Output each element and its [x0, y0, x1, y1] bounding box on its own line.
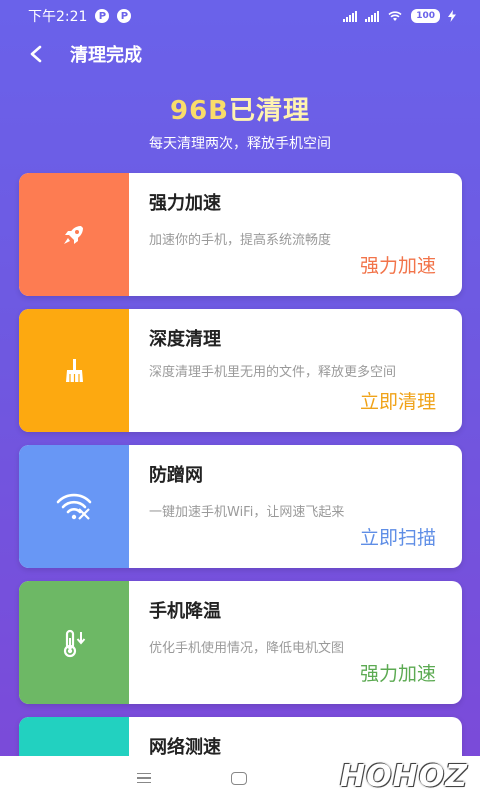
card-title: 深度清理: [149, 329, 221, 350]
battery-indicator: 100: [411, 9, 440, 23]
card-anti-freeload[interactable]: 防蹭网 一键加速手机WiFi，让网速飞起来 立即扫描: [19, 445, 462, 568]
charging-icon: [448, 10, 456, 22]
card-title: 强力加速: [149, 193, 221, 214]
card-title: 防蹭网: [149, 465, 203, 486]
signal-icon: [365, 10, 380, 22]
boost-action-button[interactable]: 强力加速: [360, 251, 436, 278]
card-deep-clean[interactable]: 深度清理 深度清理手机里无用的文件，释放更多空间 立即清理: [19, 309, 462, 432]
card-body: 手机降温 优化手机使用情况，降低电机文图 强力加速: [129, 581, 462, 704]
card-icon-panel: [19, 581, 129, 704]
cleaned-amount: 96B已清理: [0, 90, 480, 127]
cleaned-size: 96B: [169, 96, 229, 126]
rocket-icon: [64, 225, 83, 244]
card-icon-panel: [19, 173, 129, 296]
scan-now-button[interactable]: 立即扫描: [360, 523, 436, 550]
clean-result-hero: 96B已清理 每天清理两次，释放手机空间: [0, 90, 480, 153]
card-icon-panel: [19, 445, 129, 568]
home-icon[interactable]: [231, 771, 247, 785]
back-arrow-icon[interactable]: [22, 40, 50, 68]
card-body: 深度清理 深度清理手机里无用的文件，释放更多空间 立即清理: [129, 309, 462, 432]
menu-icon[interactable]: [137, 772, 151, 784]
wifi-icon: [388, 11, 402, 21]
clean-now-button[interactable]: 立即清理: [360, 387, 436, 414]
broom-icon: [66, 358, 83, 382]
card-cool-down[interactable]: 手机降温 优化手机使用情况，降低电机文图 强力加速: [19, 581, 462, 704]
card-body: 强力加速 加速你的手机，提高系统流畅度 强力加速: [129, 173, 462, 296]
status-right: 100: [343, 9, 456, 23]
card-description: 一键加速手机WiFi，让网速飞起来: [149, 505, 345, 520]
page-title: 清理完成: [70, 45, 142, 66]
app-header: 清理完成: [0, 36, 480, 72]
cleaned-suffix: 已清理: [228, 96, 310, 126]
card-boost[interactable]: 强力加速 加速你的手机，提高系统流畅度 强力加速: [19, 173, 462, 296]
card-description: 优化手机使用情况，降低电机文图: [149, 641, 345, 656]
notification-p-icon: P: [95, 9, 110, 23]
card-description: 深度清理手机里无用的文件，释放更多空间: [149, 365, 397, 380]
thermometer-icon: [63, 629, 86, 657]
signal-icon: [343, 10, 358, 22]
hero-subtitle: 每天清理两次，释放手机空间: [149, 136, 331, 152]
site-watermark-logo: ᕼOᕼOZ: [340, 759, 468, 794]
cool-boost-button[interactable]: 强力加速: [360, 659, 436, 686]
card-icon-panel: [19, 309, 129, 432]
notification-p-icon: P: [117, 9, 132, 23]
status-time: 下午2:21: [28, 9, 88, 25]
card-body: 防蹭网 一键加速手机WiFi，让网速飞起来 立即扫描: [129, 445, 462, 568]
wifi-shield-icon: [56, 493, 92, 520]
card-description: 加速你的手机，提高系统流畅度: [149, 233, 332, 248]
status-left: 下午2:21 P P: [28, 6, 132, 26]
status-bar: 下午2:21 P P 100: [0, 0, 480, 32]
card-title: 手机降温: [149, 601, 221, 622]
